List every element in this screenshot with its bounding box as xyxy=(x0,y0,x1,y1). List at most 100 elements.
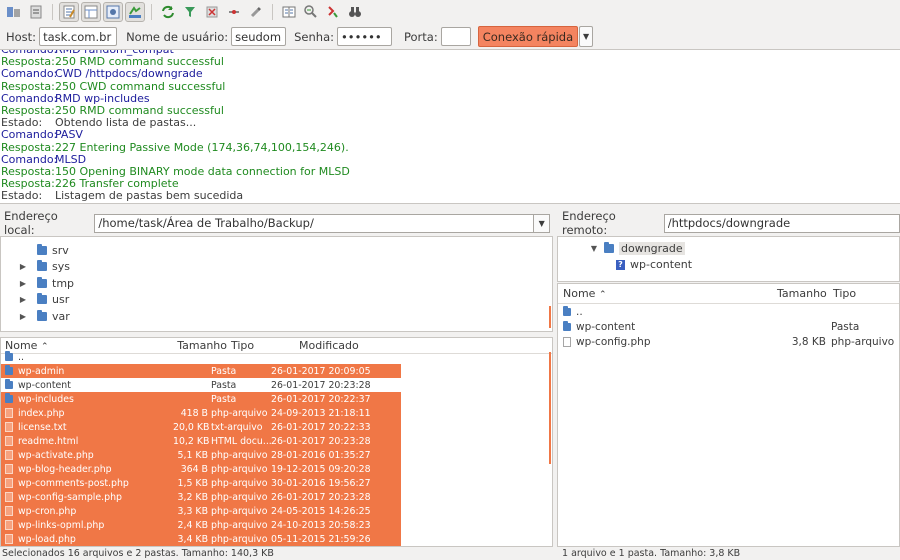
remote-address-input[interactable] xyxy=(663,213,900,233)
remote-address-label: Endereço remoto: xyxy=(562,209,616,237)
local-tree-item[interactable]: ▶ var xyxy=(1,308,552,325)
remote-col-type[interactable]: Tipo xyxy=(829,287,889,300)
toolbar-separator xyxy=(52,4,53,20)
log-line-text: PASV xyxy=(55,128,83,142)
remote-tree-item[interactable]: ▼ downgrade xyxy=(558,240,899,257)
folder-icon xyxy=(604,241,614,253)
local-file-row[interactable]: wp-includes Pasta 26-01-2017 20:22:37 xyxy=(1,392,401,406)
file-type: txt-arquivo xyxy=(211,421,263,433)
local-col-modified[interactable]: Modificado xyxy=(299,339,419,352)
message-log[interactable]: Comando: RMD random_compat Resposta: 250 RM… xyxy=(0,49,900,204)
local-tree-item[interactable]: ▶ tmp xyxy=(1,275,552,292)
toggle-log-icon[interactable] xyxy=(59,2,79,22)
file-modified: 26-01-2017 20:23:28 xyxy=(271,379,371,391)
site-manager-icon[interactable] xyxy=(4,2,24,22)
expand-arrow-icon[interactable]: ▶ xyxy=(17,262,29,271)
remote-col-name[interactable]: Nome ⌃ xyxy=(558,287,777,300)
local-tree-item[interactable]: ▶ sys xyxy=(1,259,552,276)
file-icon xyxy=(5,534,13,544)
toggle-remote-tree-icon[interactable] xyxy=(103,2,123,22)
search-icon[interactable] xyxy=(323,2,343,22)
expand-arrow-icon[interactable]: ▶ xyxy=(17,312,29,321)
password-input[interactable] xyxy=(337,27,392,46)
expand-arrow-icon[interactable]: ▶ xyxy=(17,295,29,304)
local-file-row[interactable]: wp-activate.php 5,1 KB php-arquivo 28-01-20… xyxy=(1,448,401,462)
filter-icon[interactable] xyxy=(180,2,200,22)
local-file-row[interactable]: license.txt 20,0 KB txt-arquivo 26-01-2017 … xyxy=(1,420,401,434)
file-type: php-arquivo xyxy=(211,519,268,531)
folder-icon xyxy=(563,320,571,331)
log-line-type: Comando: xyxy=(1,128,58,142)
username-input[interactable] xyxy=(231,27,287,46)
file-name: wp-cron.php xyxy=(18,505,77,517)
quickconnect-button[interactable]: Conexão rápida xyxy=(477,26,579,47)
remote-file-list[interactable]: Nome ⌃ Tamanho Tipo .. wp-content Pasta wp-… xyxy=(557,283,900,547)
port-label: Porta: xyxy=(404,29,438,44)
pane-splitter[interactable] xyxy=(0,204,900,211)
remote-status-text: 1 arquivo e 1 pasta. Tamanho: 3,8 KB xyxy=(562,548,741,559)
remote-col-name-label: Nome xyxy=(563,287,596,300)
toggle-queue-icon[interactable] xyxy=(125,2,145,22)
file-size: 20,0 KB xyxy=(173,421,210,433)
file-type: Pasta xyxy=(211,393,237,405)
toolbar-separator xyxy=(272,4,273,20)
reconnect-icon[interactable] xyxy=(246,2,266,22)
file-type: HTML docu... xyxy=(211,435,271,447)
port-input[interactable] xyxy=(440,27,471,46)
local-tree-item[interactable]: srv xyxy=(1,242,552,259)
file-size: 418 B xyxy=(180,407,208,419)
local-file-row[interactable]: wp-load.php 3,4 KB php-arquivo 05-11-2015 2… xyxy=(1,532,401,546)
file-size: 2,4 KB xyxy=(177,519,208,531)
local-col-type[interactable]: Tipo xyxy=(227,339,299,352)
remote-tree-item[interactable]: ? wp-content xyxy=(558,257,899,274)
local-dir-tree[interactable]: srv ▶ sys ▶ tmp ▶ usr ▶ var xyxy=(0,236,553,332)
file-icon xyxy=(5,464,13,474)
compare-icon[interactable] xyxy=(279,2,299,22)
local-file-row[interactable]: wp-comments-post.php 1,5 KB php-arquivo 30-… xyxy=(1,476,401,490)
local-file-row[interactable]: wp-cron.php 3,3 KB php-arquivo 24-05-2015 1… xyxy=(1,504,401,518)
quickconnect-history-dropdown[interactable]: ▼ xyxy=(579,26,594,47)
local-file-row[interactable]: .. xyxy=(1,350,401,364)
file-type: php-arquivo xyxy=(211,533,268,545)
local-status-text: Selecionados 16 arquivos e 2 pastas. Tam… xyxy=(2,548,274,559)
file-icon xyxy=(5,450,13,460)
local-file-list[interactable]: Nome ⌃ Tamanho Tipo Modificado .. wp-admi… xyxy=(0,337,553,547)
file-icon xyxy=(563,336,571,347)
cancel-icon[interactable] xyxy=(202,2,222,22)
local-file-row[interactable]: wp-links-opml.php 2,4 KB php-arquivo 24-10-… xyxy=(1,518,401,532)
folder-icon xyxy=(37,276,47,288)
local-tree-item[interactable]: ▶ usr xyxy=(1,292,552,309)
local-address-dropdown[interactable]: ▼ xyxy=(534,213,550,233)
remote-file-row[interactable]: wp-config.php 3,8 KB php-arquivo xyxy=(558,334,899,349)
local-file-row[interactable]: index.php 418 Bphp-arquivo 24-09-2013 21:1… xyxy=(1,406,401,420)
local-file-row[interactable]: wp-blog-header.php 364 Bphp-arquivo 19-12-… xyxy=(1,462,401,476)
log-line-type: Estado: xyxy=(1,189,43,203)
remote-col-size[interactable]: Tamanho xyxy=(777,287,829,300)
expand-arrow-icon[interactable]: ▼ xyxy=(588,244,600,253)
toggle-local-tree-icon[interactable] xyxy=(81,2,101,22)
disconnect-icon[interactable] xyxy=(224,2,244,22)
log-line-type: Resposta: xyxy=(1,140,55,154)
local-col-size[interactable]: Tamanho xyxy=(175,339,227,352)
sync-browse-icon[interactable] xyxy=(301,2,321,22)
file-name: readme.html xyxy=(18,435,79,447)
remote-file-row[interactable]: wp-content Pasta xyxy=(558,319,899,334)
file-name: wp-links-opml.php xyxy=(18,519,105,531)
local-file-row[interactable]: wp-content Pasta 26-01-2017 20:23:28 xyxy=(1,378,401,392)
local-tree-item-label: srv xyxy=(52,243,69,257)
local-file-row[interactable]: wp-admin Pasta 26-01-2017 20:09:05 xyxy=(1,364,401,378)
local-file-row[interactable]: wp-config-sample.php 3,2 KB php-arquivo 26-… xyxy=(1,490,401,504)
remote-file-row[interactable]: .. xyxy=(558,304,899,319)
host-input[interactable] xyxy=(39,27,118,46)
file-modified: 05-11-2015 21:59:26 xyxy=(271,533,371,545)
process-queue-icon[interactable] xyxy=(26,2,46,22)
remote-dir-tree[interactable]: ▼ downgrade? wp-content xyxy=(557,236,900,282)
local-file-row[interactable]: readme.html 10,2 KB HTML docu... 26-01-2017… xyxy=(1,434,401,448)
file-type: php-arquivo xyxy=(831,335,895,348)
binoculars-icon[interactable] xyxy=(345,2,365,22)
file-modified: 24-05-2015 14:26:25 xyxy=(271,505,371,517)
expand-arrow-icon[interactable]: ▶ xyxy=(17,279,29,288)
refresh-icon[interactable] xyxy=(158,2,178,22)
local-col-name[interactable]: Nome ⌃ xyxy=(1,339,175,352)
local-address-input[interactable] xyxy=(94,213,535,233)
